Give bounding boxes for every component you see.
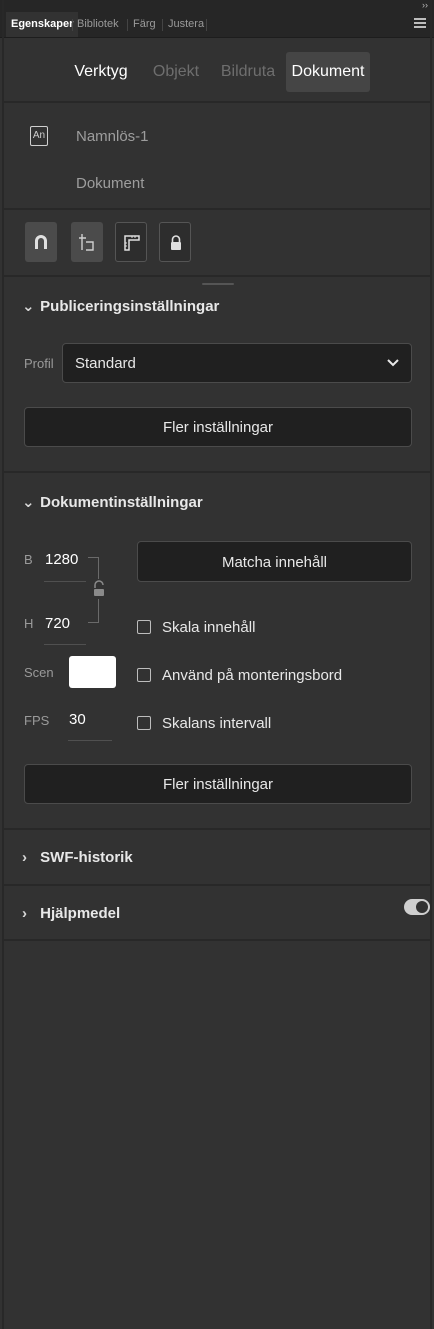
swf-history-header[interactable]: › SWF-historik	[22, 849, 133, 866]
apply-pasteboard-label: Använd på monteringsbord	[162, 667, 343, 684]
resize-grip[interactable]	[202, 283, 234, 285]
height-input[interactable]: 720	[45, 615, 70, 632]
divider	[4, 828, 430, 830]
document-settings-header[interactable]: ⌄ Dokumentinställningar	[22, 493, 203, 511]
snap-to-guides-button[interactable]	[71, 222, 103, 262]
panel-left-border	[2, 0, 4, 1329]
scale-content-checkbox[interactable]	[137, 620, 151, 634]
document-type: Dokument	[76, 175, 145, 192]
fps-underline	[68, 740, 112, 741]
fps-input[interactable]: 30	[69, 711, 86, 728]
scale-content-label: Skala innehåll	[162, 619, 256, 636]
chevron-right-icon: ›	[22, 849, 27, 866]
tab-dokument[interactable]: Dokument	[286, 52, 370, 92]
match-content-button[interactable]: Matcha innehåll	[137, 541, 412, 582]
tab-bibliotek[interactable]: Bibliotek	[72, 12, 124, 37]
tab-justera[interactable]: Justera	[163, 12, 209, 37]
divider	[4, 208, 430, 210]
profile-value: Standard	[75, 355, 136, 372]
panel-menu-icon[interactable]	[414, 18, 426, 30]
profile-select[interactable]: Standard	[62, 343, 412, 383]
divider	[4, 939, 430, 941]
publish-more-settings-button[interactable]: Fler inställningar	[24, 407, 412, 447]
snap-icon	[79, 234, 94, 251]
rulers-button[interactable]	[115, 222, 147, 262]
stage-label: Scen	[24, 665, 54, 680]
divider	[4, 884, 430, 886]
mode-tab-bar: Verktyg Objekt Bildruta Dokument	[0, 38, 434, 101]
accessibility-toggle[interactable]	[404, 899, 430, 915]
tab-egenskaper[interactable]: Egenskaper	[6, 12, 79, 37]
width-input[interactable]: 1280	[45, 551, 78, 568]
document-settings-title: Dokumentinställningar	[40, 494, 203, 511]
document-name: Namnlös-1	[76, 128, 149, 145]
panel-tab-bar: Egenskaper Bibliotek Färg Justera	[0, 12, 434, 38]
apply-pasteboard-checkbox[interactable]	[137, 668, 151, 682]
tab-divider	[206, 19, 207, 31]
fps-label: FPS	[24, 713, 50, 728]
divider	[4, 275, 430, 277]
unlock-icon	[94, 580, 104, 596]
magnet-icon	[35, 235, 47, 249]
lock-guides-button[interactable]	[159, 222, 191, 262]
animate-document-icon: An	[30, 126, 48, 146]
snap-to-objects-button[interactable]	[25, 222, 57, 262]
profile-label: Profil	[24, 356, 54, 371]
stage-color-swatch[interactable]	[69, 656, 116, 688]
tab-farg[interactable]: Färg	[128, 12, 161, 37]
panel-top-strip: ››	[0, 0, 434, 12]
height-underline	[44, 644, 86, 645]
document-more-settings-button[interactable]: Fler inställningar	[24, 764, 412, 804]
swf-history-title: SWF-historik	[40, 849, 133, 866]
width-label: B	[24, 552, 33, 567]
chevron-down-icon: ⌄	[22, 494, 35, 511]
divider	[4, 471, 430, 473]
divider	[4, 101, 430, 103]
chevron-down-icon: ⌄	[22, 298, 35, 315]
publish-settings-title: Publiceringsinställningar	[40, 298, 220, 315]
width-underline	[44, 581, 86, 582]
tab-verktyg[interactable]: Verktyg	[68, 52, 134, 92]
accessibility-header[interactable]: › Hjälpmedel	[22, 905, 120, 922]
accessibility-title: Hjälpmedel	[40, 905, 121, 922]
tab-objekt[interactable]: Objekt	[147, 52, 205, 92]
lock-icon	[171, 235, 181, 250]
chevron-right-icon: ›	[22, 905, 27, 922]
height-label: H	[24, 616, 34, 631]
toggle-knob	[416, 901, 428, 913]
ruler-icon	[124, 235, 140, 251]
scale-spans-checkbox[interactable]	[137, 716, 151, 730]
panel-right-border	[430, 0, 432, 1329]
expand-panels-icon[interactable]: ››	[422, 0, 428, 10]
constrain-lock-button[interactable]	[92, 579, 106, 599]
tab-bildruta[interactable]: Bildruta	[218, 52, 278, 92]
scale-spans-label: Skalans intervall	[162, 715, 272, 732]
publish-settings-header[interactable]: ⌄ Publiceringsinställningar	[22, 297, 219, 315]
chevron-down-icon	[387, 359, 399, 367]
